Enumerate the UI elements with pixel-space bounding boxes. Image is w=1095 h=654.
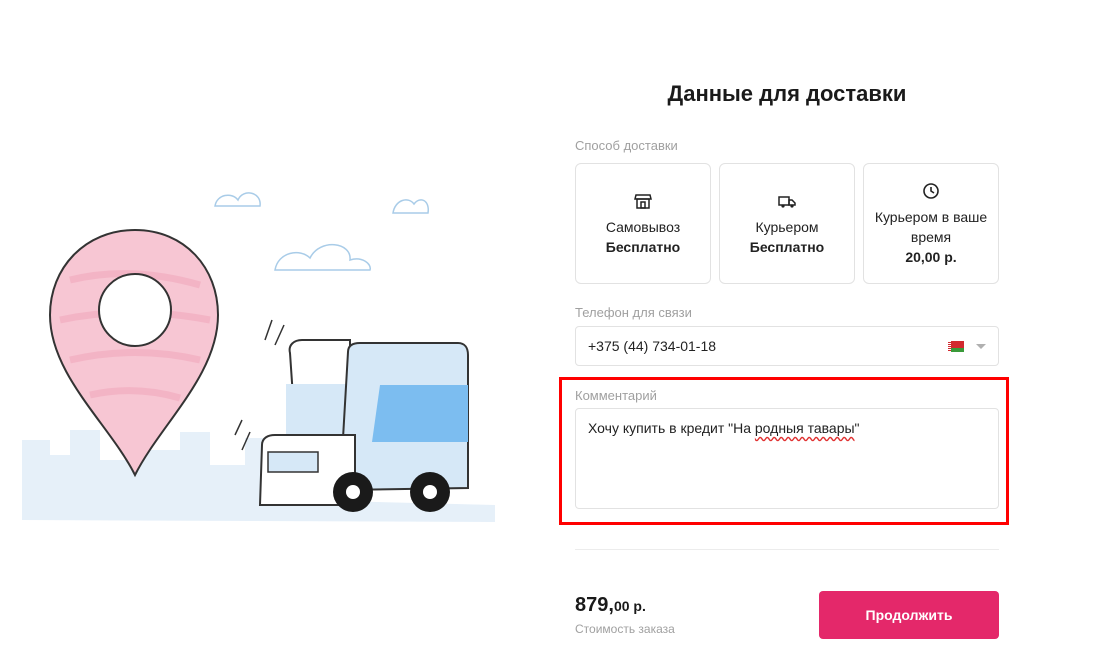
comment-label: Комментарий bbox=[575, 388, 657, 403]
country-dropdown-chevron-icon[interactable] bbox=[976, 343, 986, 349]
order-total: 879,00 р. bbox=[575, 594, 646, 617]
store-icon bbox=[634, 193, 652, 209]
comment-textarea[interactable]: Хочу купить в кредит "На родныя тавары" bbox=[575, 408, 999, 509]
belarus-flag-icon bbox=[948, 340, 964, 352]
truck-icon bbox=[778, 195, 796, 208]
phone-label: Телефон для связи bbox=[575, 305, 692, 320]
comment-misspelled-text: родныя тавары bbox=[754, 420, 855, 436]
order-total-amount: 879, bbox=[575, 594, 614, 616]
delivery-option-courier-scheduled[interactable]: Курьером в ваше время 20,00 р. bbox=[863, 163, 999, 284]
delivery-option-price: Бесплатно bbox=[749, 238, 825, 255]
divider bbox=[575, 549, 999, 550]
page-title: Данные для доставки bbox=[667, 81, 907, 106]
order-total-label: Стоимость заказа bbox=[575, 622, 675, 636]
delivery-option-courier[interactable]: Курьером Бесплатно bbox=[719, 163, 855, 284]
delivery-truck-map-pin-icon bbox=[22, 192, 495, 522]
delivery-option-price: Бесплатно bbox=[605, 238, 681, 255]
delivery-option-name: Самовывоз bbox=[605, 218, 681, 235]
delivery-option-name: Курьером bbox=[755, 218, 819, 235]
delivery-form: Данные для доставки Способ доставки Само… bbox=[559, 0, 1009, 654]
delivery-option-price: 20,00 р. bbox=[905, 248, 957, 265]
delivery-option-name: Курьером в ваше время bbox=[874, 208, 988, 245]
delivery-method-label: Способ доставки bbox=[575, 138, 678, 153]
delivery-option-pickup[interactable]: Самовывоз Бесплатно bbox=[575, 163, 711, 284]
delivery-illustration bbox=[10, 170, 510, 540]
comment-text-part: Хочу купить в кредит "На bbox=[588, 420, 755, 436]
order-total-cents: 00 р. bbox=[613, 598, 646, 614]
continue-button[interactable]: Продолжить bbox=[819, 591, 999, 639]
phone-value: +375 (44) 734-01-18 bbox=[588, 338, 717, 354]
comment-text-part: " bbox=[854, 420, 860, 436]
delivery-options: Самовывоз Бесплатно Курьером Бесплатно К… bbox=[575, 163, 999, 284]
phone-input[interactable]: +375 (44) 734-01-18 bbox=[575, 326, 999, 366]
clock-icon bbox=[923, 182, 939, 199]
